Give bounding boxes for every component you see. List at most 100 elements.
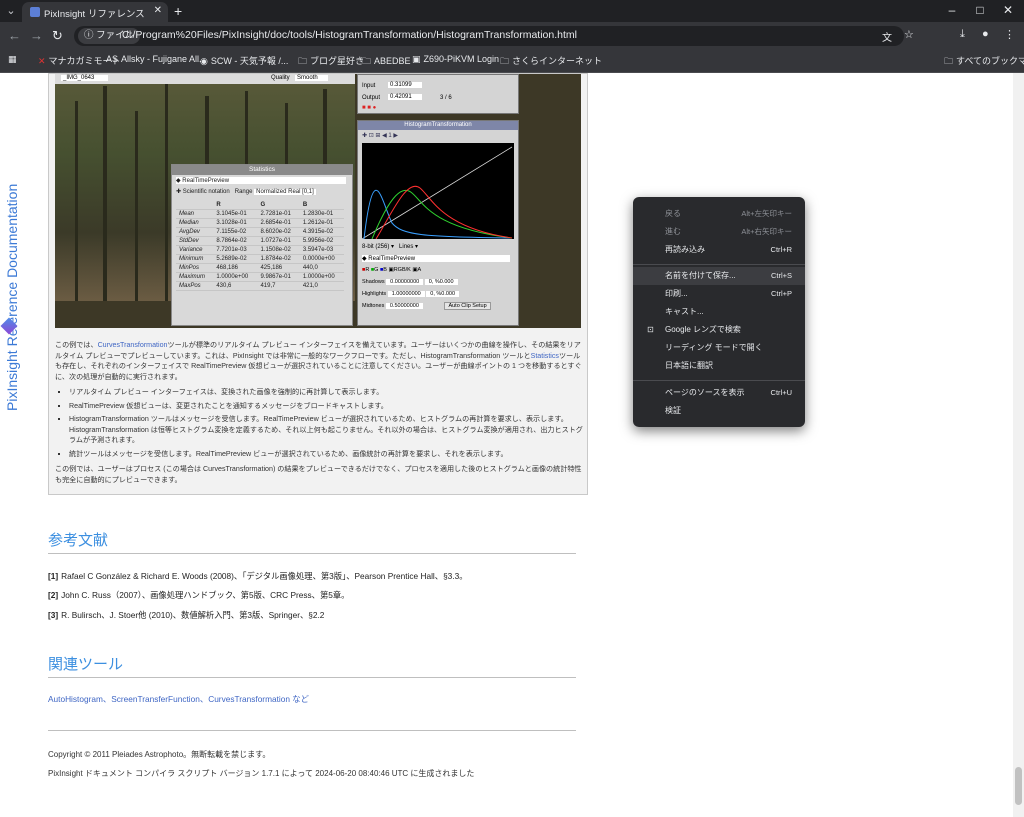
caption-list: リアルタイム プレビュー インターフェイスは、変換された画像を強制的に再計算して… (55, 387, 583, 459)
menu-item-print[interactable]: 印刷... Ctrl+P (633, 285, 805, 303)
statistics-link[interactable]: Statistics (531, 352, 559, 360)
reset-icon: ■ ■ ● (362, 105, 377, 111)
midtones-row: Midtones 0.50000000 Auto Clip Setup (362, 302, 491, 310)
list-item: RealTimePreview 仮想ビューは、変更されたことを通知するメッセージ… (69, 401, 583, 412)
table-row: Mean 3.1045e-01 2.7281e-01 1.2830e-01 (176, 209, 344, 219)
table-row: MaxPos 430,6 419,7 421,0 (176, 281, 344, 291)
menu-item-cast[interactable]: キャスト... (633, 303, 805, 321)
table-cell: 1.1508e-02 (257, 245, 300, 255)
folder-icon: 🗀 (944, 56, 954, 66)
histogram-curves (361, 146, 513, 240)
bookmark-folder[interactable]: 🗀 さくらインターネット (500, 54, 602, 70)
table-cell: MaxPos (176, 281, 214, 291)
window-close-icon[interactable]: ✕ (998, 3, 1018, 17)
url-text[interactable]: C:/Program%20Files/PixInsight/doc/tools/… (122, 29, 577, 41)
bookmark-label: Allsky - Fujigane All... (121, 54, 207, 64)
active-tab[interactable]: PixInsight リファレンス ドキュメント ✕ (22, 2, 168, 22)
menu-item-inspect[interactable]: 検証 (633, 402, 805, 420)
input-value: 0.31099 (388, 82, 422, 88)
table-row: Median 3.1028e-01 2.6854e-01 1.2612e-01 (176, 218, 344, 228)
back-icon[interactable]: ← (8, 28, 21, 43)
table-cell: 425,186 (257, 263, 300, 273)
bookmark-item[interactable]: AS Allsky - Fujigane All... (106, 54, 207, 64)
references-heading: 参考文献 (48, 529, 576, 554)
table-cell: 7.1155e-02 (213, 227, 258, 237)
bookmark-label: さくらインターネット (512, 56, 603, 66)
table-row: MinPos 468,186 425,186 440,0 (176, 263, 344, 273)
statistics-title: Statistics (172, 165, 352, 175)
bookmark-item[interactable]: ◉ SCW - 天気予報 /... (200, 54, 288, 67)
curves-transformation-link[interactable]: CurvesTransformation (98, 341, 168, 349)
reload-icon[interactable]: ↻ (52, 28, 63, 44)
stat-column-header: B (299, 201, 344, 210)
channel-buttons: ■R ■G ■B ▣RGB/K ▣A (362, 267, 422, 273)
menu-item-google-lens[interactable]: ⊡ Google レンズで検索 (633, 321, 805, 339)
table-cell: StdDev (176, 236, 214, 246)
menu-item-forward[interactable]: 進む Alt+右矢印キー (633, 223, 805, 241)
maximize-icon[interactable]: □ (970, 3, 990, 17)
google-lens-icon: ⊡ (647, 325, 654, 334)
curvestransformation-link[interactable]: CurvesTransformation (208, 694, 290, 704)
address-bar[interactable]: ⓘ ファイル C:/Program%20Files/PixInsight/doc… (74, 26, 914, 46)
tab-search-icon[interactable]: ⌄ (4, 0, 18, 22)
download-icon[interactable]: ⤓ (960, 28, 965, 41)
table-cell: 430,6 (213, 281, 258, 291)
scrollbar-thumb[interactable] (1015, 767, 1022, 805)
list-item: HistogramTransformation ツールはメッセージを受信します。… (69, 414, 583, 446)
menu-icon[interactable]: ⋮ (1004, 28, 1015, 41)
folder-icon: 🗀 (362, 56, 372, 66)
table-cell: 3.1045e-01 (213, 209, 258, 219)
table-cell: 3.5947e-03 (299, 245, 344, 255)
menu-item-reading-mode[interactable]: リーディング モードで開く (633, 339, 805, 357)
bookmark-folder[interactable]: 🗀 ブログ星好き (298, 54, 364, 70)
bookmarks-bar: ▦ ✕ マナカガミモート AS Allsky - Fujigane All... ◉… (0, 50, 1024, 73)
apps-icon[interactable]: ▦ (8, 54, 17, 65)
tab-title: PixInsight リファレンス ドキュメント (44, 9, 148, 20)
table-cell: 4.3915e-02 (299, 227, 344, 237)
menu-item-save-as[interactable]: 名前を付けて保存... Ctrl+S (633, 267, 805, 285)
bits-select: 8-bit (256) ▾ Lines ▾ (362, 244, 419, 250)
figure-box: _IMG_0643 Quality Smooth Input 0.31099 O… (48, 73, 588, 495)
stat-view-select: ◆ RealTimePreview (176, 177, 346, 184)
all-bookmarks-folder[interactable]: 🗀すべてのブックマーク (944, 54, 1024, 70)
bookmark-item[interactable]: ▣ Z690-PiKVM Login (412, 54, 499, 65)
profile-icon[interactable]: ● (982, 28, 989, 40)
tab-close-icon[interactable]: ✕ (154, 5, 162, 16)
statistics-window: Statistics ◆ RealTimePreview ✚ Scientifi… (171, 164, 353, 326)
screentransferfunction-link[interactable]: ScreenTransferFunction (111, 694, 200, 704)
generated-note: PixInsight ドキュメント コンパイラ スクリプト バージョン 1.7.… (48, 769, 475, 778)
histogram-plot (361, 143, 514, 240)
menu-item-translate[interactable]: 日本語に翻訳 (633, 357, 805, 375)
scrollbar[interactable] (1013, 73, 1024, 817)
menu-item-view-source[interactable]: ページのソースを表示 Ctrl+U (633, 384, 805, 402)
table-cell: 1.0727e-01 (257, 236, 300, 246)
table-cell: 1.8784e-02 (257, 254, 300, 264)
menu-item-back[interactable]: 戻る Alt+左矢印キー (633, 205, 805, 223)
statistics-table: RGB Mean 3.1045e-01 2.7281e-01 1.2830e-01 Me… (176, 201, 344, 291)
histogram-window: HistogramTransformation ✚ ⊡ ⊞ ◀ 1 ▶ 8-bi… (357, 120, 519, 326)
bookmark-favicon-icon: ▣ (412, 54, 421, 64)
divider (48, 730, 576, 731)
new-tab-icon[interactable]: + (174, 3, 182, 19)
table-cell: 440,0 (299, 263, 344, 273)
input-label: Input (362, 83, 376, 89)
bookmark-star-icon[interactable]: ☆ (904, 28, 914, 41)
table-cell: 0.0000e+00 (299, 254, 344, 264)
stat-column-header: R (213, 201, 258, 210)
page-count: 3 / 6 (440, 95, 452, 101)
highlights-row: Highlights 1.00000000 0, %0.000 (362, 291, 460, 297)
table-cell: 5.9956e-02 (299, 236, 344, 246)
table-cell: 8.6020e-02 (257, 227, 300, 237)
table-row: Minimum 5.2689e-02 1.8784e-02 0.0000e+00 (176, 254, 344, 264)
translate-icon[interactable]: 文 (882, 29, 892, 44)
table-cell: 421,0 (299, 281, 344, 291)
output-value: 0.42091 (388, 94, 422, 100)
autohistogram-link[interactable]: AutoHistogram (48, 694, 103, 704)
bookmark-folder[interactable]: 🗀 ABEDBE (362, 54, 411, 70)
table-cell: 2.6854e-01 (257, 218, 300, 228)
menu-item-reload[interactable]: 再読み込み Ctrl+R (633, 241, 805, 259)
forward-icon[interactable]: → (30, 28, 43, 43)
figure-screenshot: _IMG_0643 Quality Smooth Input 0.31099 O… (55, 74, 581, 328)
minimize-icon[interactable]: – (942, 3, 962, 17)
table-cell: 7.7201e-03 (213, 245, 258, 255)
